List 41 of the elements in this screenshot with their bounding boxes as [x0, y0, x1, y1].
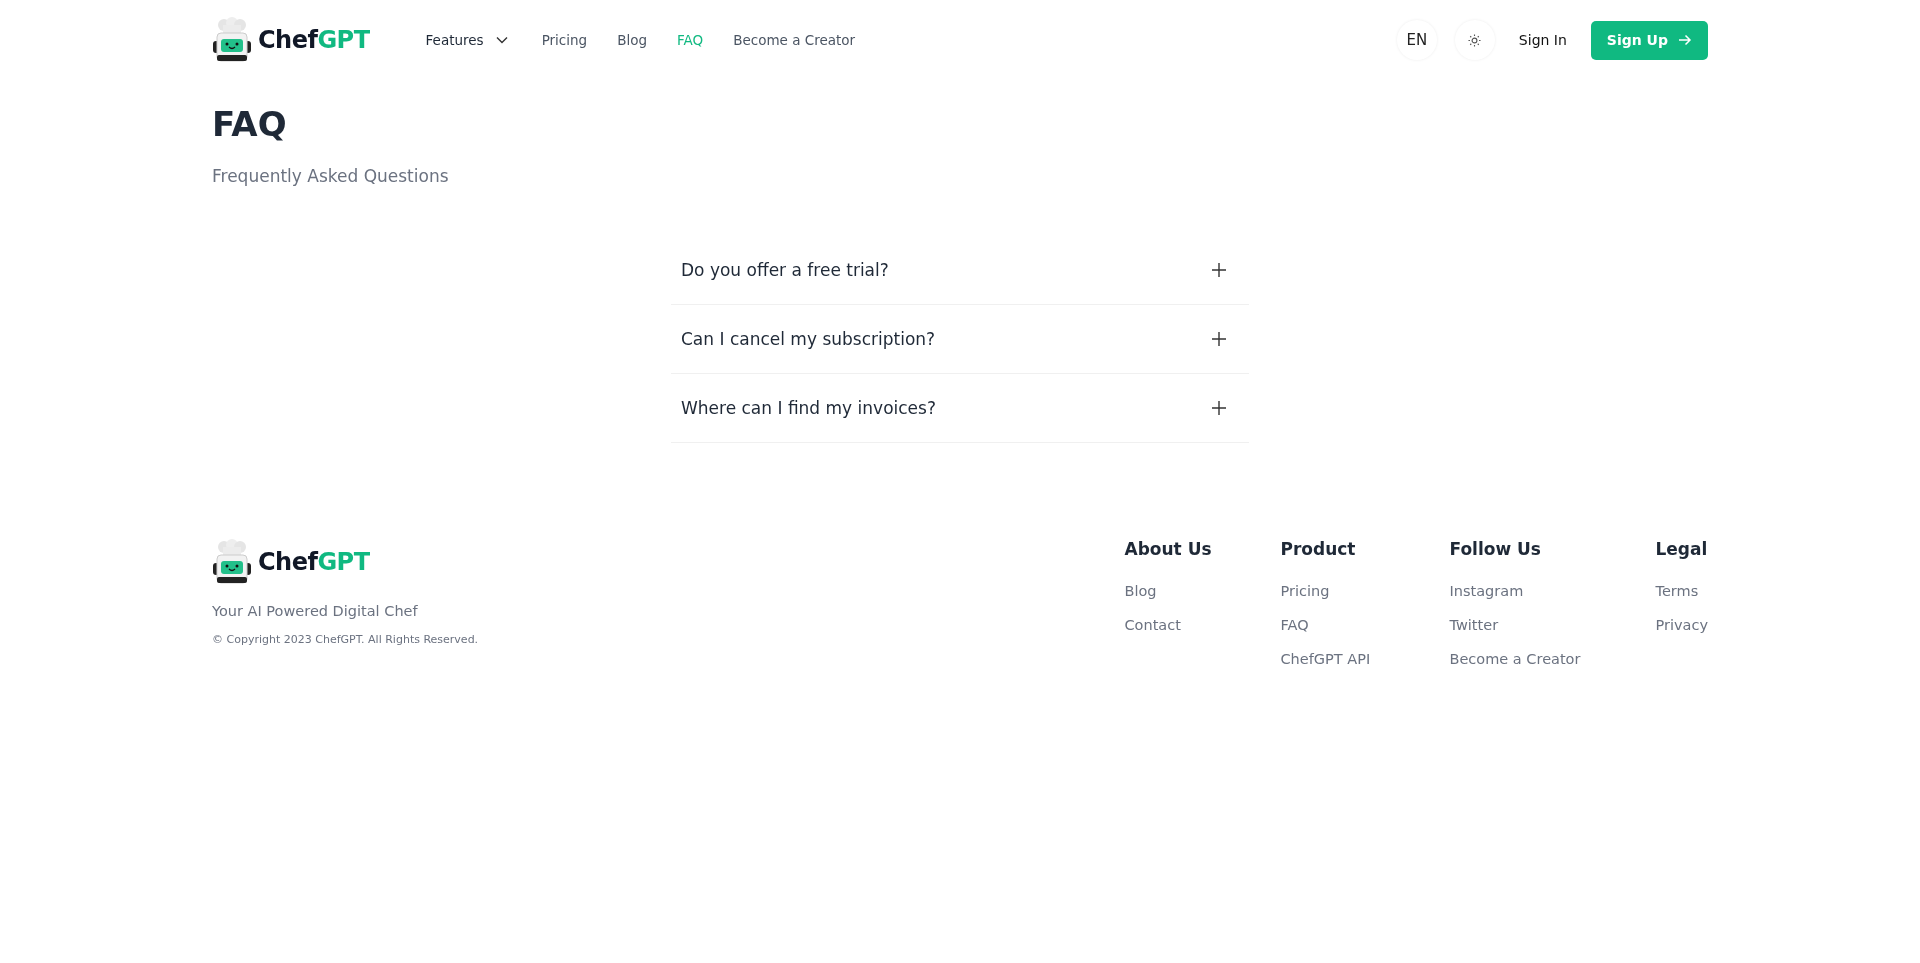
brand-name[interactable]: ChefGPT: [258, 548, 370, 576]
footer-heading: Legal: [1655, 539, 1708, 559]
faq-question[interactable]: Where can I find my invoices?: [681, 398, 936, 418]
footer-link[interactable]: Become a Creator: [1449, 651, 1656, 667]
brand-name[interactable]: ChefGPT: [258, 26, 370, 54]
footer-link[interactable]: Pricing: [1280, 583, 1450, 599]
chevron-down-icon: [495, 36, 508, 44]
page-title: FAQ: [212, 104, 288, 144]
language-button[interactable]: EN: [1396, 20, 1437, 60]
nav-link[interactable]: Become a Creator: [733, 32, 856, 48]
plus-icon[interactable]: [1211, 262, 1227, 278]
footer-link[interactable]: Twitter: [1449, 617, 1656, 633]
sign-in-link[interactable]: Sign In: [1518, 32, 1567, 48]
features-menu[interactable]: Features: [425, 32, 508, 48]
sun-icon: [1468, 33, 1482, 47]
faq-question[interactable]: Can I cancel my subscription?: [681, 329, 936, 349]
footer-heading: Product: [1280, 539, 1357, 559]
nav-link[interactable]: Blog: [617, 32, 647, 48]
faq-question[interactable]: Do you offer a free trial?: [681, 260, 889, 280]
arrow-right-icon: [1678, 34, 1692, 46]
footer-link[interactable]: FAQ: [1280, 617, 1450, 633]
footer-heading: About Us: [1124, 539, 1213, 559]
copyright-text: © Copyright 2023 ChefGPT. All Rights Reserved.: [212, 633, 479, 646]
plus-icon[interactable]: [1211, 400, 1227, 416]
plus-icon[interactable]: [1211, 331, 1227, 347]
footer-link[interactable]: Contact: [1124, 617, 1281, 633]
chef-robot-icon: [212, 539, 252, 585]
footer-link[interactable]: Instagram: [1449, 583, 1656, 599]
faq-item[interactable]: Where can I find my invoices?: [671, 374, 1249, 443]
footer-link[interactable]: Privacy: [1655, 617, 1708, 633]
theme-toggle-button[interactable]: [1454, 20, 1495, 60]
chef-robot-icon: [212, 17, 252, 63]
faq-item[interactable]: Can I cancel my subscription?: [671, 305, 1249, 374]
faq-item[interactable]: Do you offer a free trial?: [671, 236, 1249, 305]
footer-link[interactable]: Blog: [1124, 583, 1281, 599]
page-subtitle: Frequently Asked Questions: [212, 166, 450, 186]
footer-heading: Follow Us: [1449, 539, 1542, 559]
nav-link[interactable]: Pricing: [541, 32, 588, 48]
footer-link[interactable]: Terms: [1655, 583, 1708, 599]
tagline: Your AI Powered Digital Chef: [212, 603, 419, 619]
footer-link[interactable]: ChefGPT API: [1280, 651, 1450, 667]
